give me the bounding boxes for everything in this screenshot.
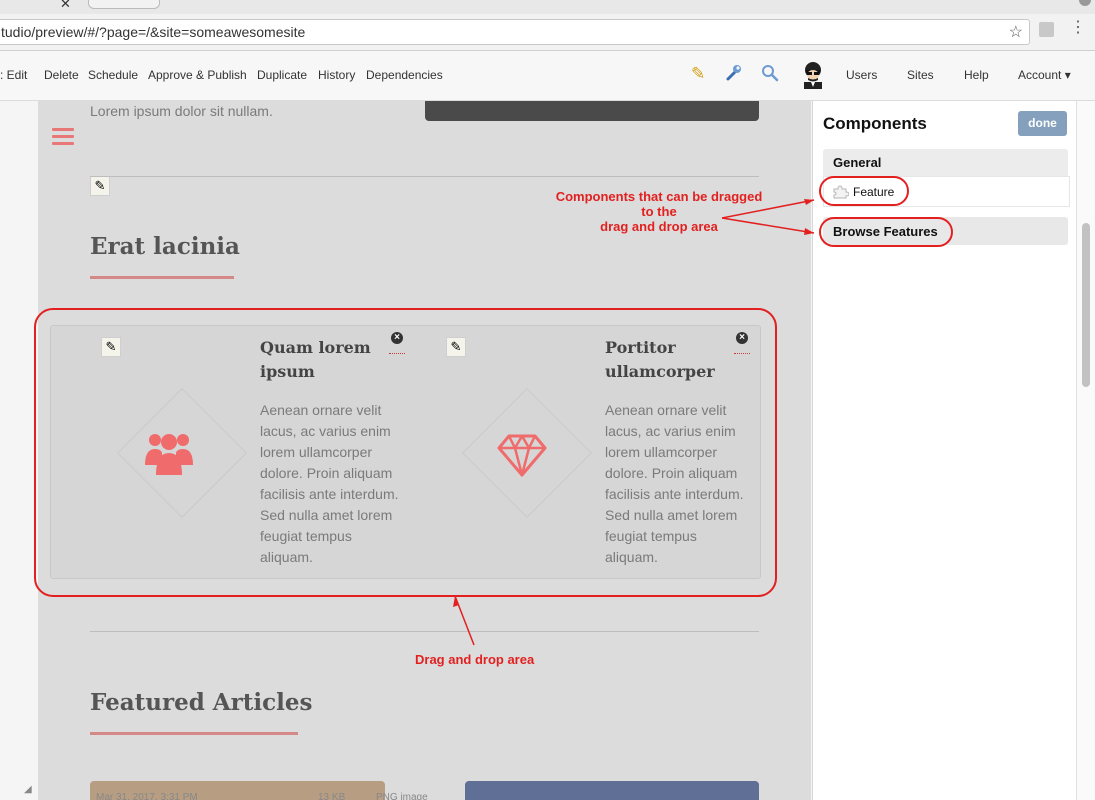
- intro-text: Lorem ipsum dolor sit nullam.: [90, 103, 273, 119]
- toolbar-edit[interactable]: : Edit: [0, 68, 27, 82]
- panel-title: Components: [823, 114, 927, 133]
- article-size: 13 KB: [318, 792, 346, 800]
- toolbar-approve-publish[interactable]: Approve & Publish: [148, 68, 247, 82]
- browse-label: Browse Features: [833, 224, 938, 239]
- section-title-erat-lacinia: Erat lacinia: [90, 233, 240, 260]
- component-label: Feature: [853, 185, 895, 199]
- puzzle-icon: [833, 185, 850, 202]
- section-divider: [90, 631, 759, 632]
- extension-icon[interactable]: [1039, 22, 1054, 37]
- wrench-icon[interactable]: [725, 64, 743, 87]
- section-divider: [90, 176, 759, 177]
- browser-menu-icon[interactable]: ⋮: [1070, 20, 1086, 36]
- drop-zone[interactable]: ✎ Quam lorem ipsum Aenean ornare velit l…: [50, 325, 761, 579]
- title-underline: [90, 276, 234, 279]
- edit-pencil-icon[interactable]: ✎: [90, 176, 110, 196]
- diamond-icon: [497, 433, 547, 482]
- component-item-feature[interactable]: Feature: [823, 176, 1070, 207]
- feature-title: Portitor ullamcorper: [605, 338, 715, 381]
- scrollbar[interactable]: [1076, 101, 1095, 800]
- annotation-line: to the: [641, 204, 677, 219]
- article-type: PNG image: [376, 792, 428, 800]
- toolbar-users[interactable]: Users: [846, 68, 877, 82]
- feature-title: Quam lorem ipsum: [260, 338, 371, 381]
- toolbar-sites[interactable]: Sites: [907, 68, 934, 82]
- browser-tab-strip: ✕: [0, 0, 1095, 15]
- search-icon[interactable]: [761, 64, 779, 87]
- toolbar-account[interactable]: Account ▾: [1018, 68, 1071, 82]
- remove-component-icon[interactable]: ×: [736, 332, 748, 344]
- toolbar-help[interactable]: Help: [964, 68, 989, 82]
- hamburger-menu-icon[interactable]: [52, 128, 74, 149]
- dotted-marker: [734, 353, 750, 354]
- feature-component[interactable]: ✎ Quam lorem ipsum Aenean ornare velit l…: [51, 326, 405, 578]
- section-title-featured-articles: Featured Articles: [90, 689, 313, 716]
- toolbar-history[interactable]: History: [318, 68, 355, 82]
- toolbar-dependencies[interactable]: Dependencies: [366, 68, 443, 82]
- group-header-general[interactable]: General: [823, 149, 1068, 176]
- annotation-line: drag and drop area: [600, 219, 718, 234]
- group-label: General: [833, 155, 882, 170]
- url-text: tudio/preview/#/?page=/&site=someawesome…: [1, 24, 306, 40]
- toolbar-schedule[interactable]: Schedule: [88, 68, 138, 82]
- bookmark-star-icon[interactable]: ☆: [1009, 22, 1023, 42]
- feature-component[interactable]: ✎ Portitor ullamcorper Aenean ornare vel…: [396, 326, 750, 578]
- toolbar-duplicate[interactable]: Duplicate: [257, 68, 307, 82]
- edit-pencil-icon[interactable]: ✎: [446, 337, 466, 357]
- article-date: Mar 31, 2017, 3:31 PM: [96, 792, 198, 800]
- tab-close-icon[interactable]: ✕: [60, 0, 71, 12]
- title-underline: [90, 732, 298, 735]
- edit-pencil-icon[interactable]: ✎: [101, 337, 121, 357]
- article-thumbnail[interactable]: [465, 781, 759, 800]
- pencil-icon[interactable]: ✎: [691, 64, 705, 84]
- components-annotation: Components that can be dragged to the dr…: [548, 189, 770, 234]
- done-button[interactable]: done: [1018, 111, 1067, 136]
- avatar[interactable]: [801, 61, 825, 89]
- feature-body: Aenean ornare velit lacus, ac varius eni…: [605, 402, 744, 565]
- new-tab-button[interactable]: [88, 0, 160, 9]
- profile-icon[interactable]: [1079, 0, 1091, 6]
- feature-body: Aenean ornare velit lacus, ac varius eni…: [260, 402, 399, 565]
- url-field[interactable]: tudio/preview/#/?page=/&site=someawesome…: [0, 19, 1030, 45]
- studio-toolbar: : Edit Delete Schedule Approve & Publish…: [0, 51, 1095, 101]
- banner-image: [425, 101, 759, 121]
- browse-features-button[interactable]: Browse Features: [823, 217, 1068, 245]
- drop-area-annotation: Drag and drop area: [415, 652, 535, 667]
- components-panel: Components done General Feature Browse F…: [812, 101, 1077, 800]
- address-bar: tudio/preview/#/?page=/&site=someawesome…: [0, 14, 1095, 51]
- scrollbar-thumb[interactable]: [1082, 223, 1090, 387]
- annotation-line: Components that can be dragged: [555, 189, 763, 204]
- toolbar-delete[interactable]: Delete: [44, 68, 79, 82]
- resize-handle-icon[interactable]: ◢: [24, 784, 32, 795]
- users-icon: [144, 431, 194, 482]
